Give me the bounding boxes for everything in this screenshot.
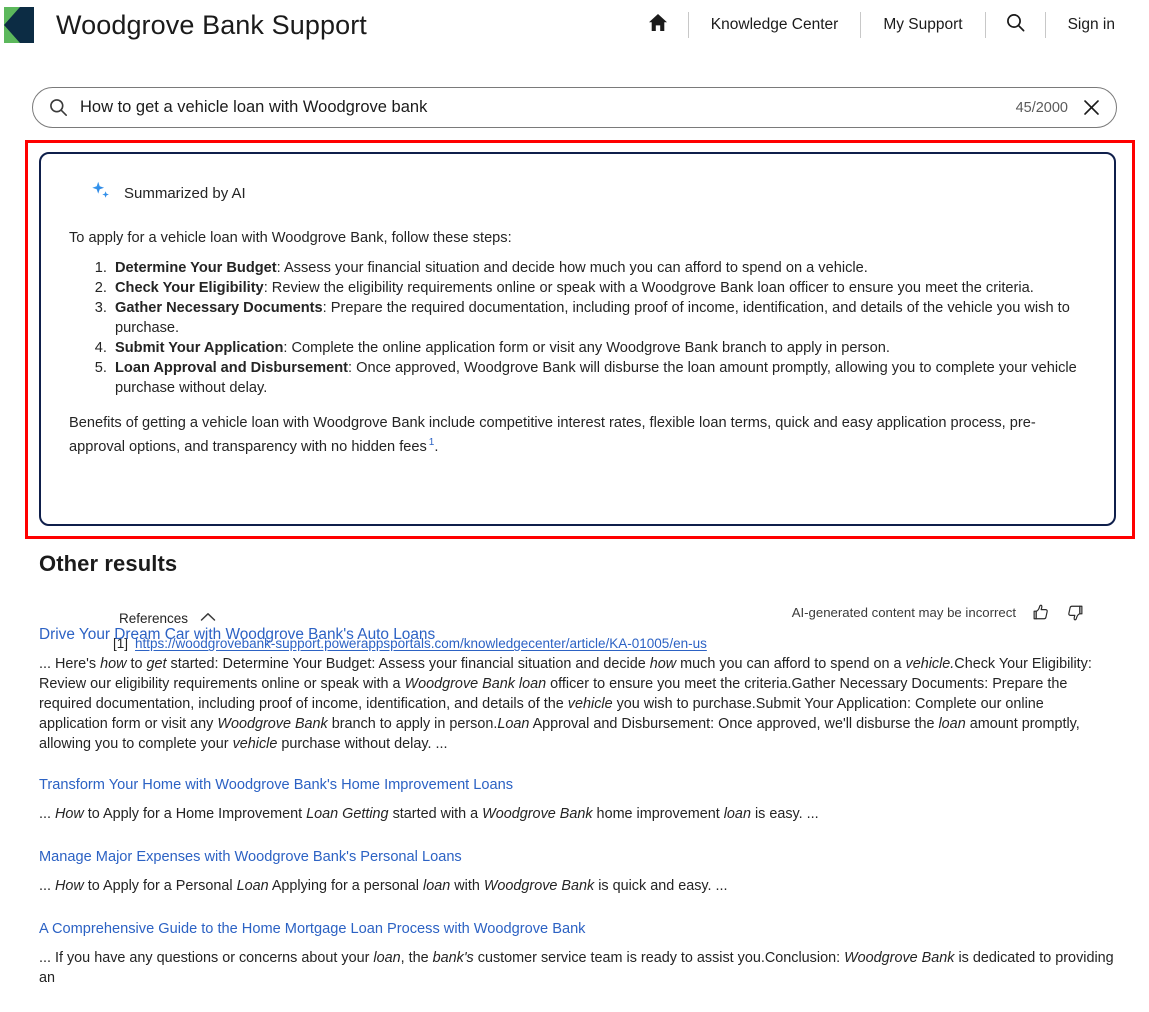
result-snippet: ... If you have any questions or concern… — [39, 948, 1114, 988]
nav-home-icon-button[interactable] — [628, 12, 688, 38]
result-link[interactable]: A Comprehensive Guide to the Home Mortga… — [39, 920, 1114, 938]
brand: Woodgrove Bank Support — [0, 5, 367, 45]
result-link[interactable]: Manage Major Expenses with Woodgrove Ban… — [39, 848, 1114, 866]
site-header: Woodgrove Bank Support Knowledge Center … — [0, 0, 1149, 50]
ai-summary-intro: To apply for a vehicle loan with Woodgro… — [69, 228, 1088, 248]
search-input[interactable] — [80, 98, 1016, 117]
list-item: Loan Approval and Disbursement: Once app… — [111, 358, 1088, 398]
ai-summary-steps: Determine Your Budget: Assess your finan… — [67, 258, 1088, 398]
ai-summary-body: To apply for a vehicle loan with Woodgro… — [67, 228, 1088, 457]
step-title: Submit Your Application — [115, 340, 283, 356]
search-section: 45/2000 — [0, 87, 1149, 128]
list-item: Submit Your Application: Complete the on… — [111, 338, 1088, 358]
step-title: Check Your Eligibility — [115, 280, 264, 296]
ai-summary-outro-end: . — [434, 439, 438, 455]
sparkle-ai-icon — [91, 181, 113, 206]
list-item: Determine Your Budget: Assess your finan… — [111, 258, 1088, 278]
nav-item-my-support[interactable]: My Support — [861, 12, 984, 38]
ai-summary-outro: Benefits of getting a vehicle loan with … — [69, 413, 1069, 457]
result-snippet: ... How to Apply for a Home Improvement … — [39, 804, 1114, 824]
top-navigation: Knowledge Center My Support Sign in — [628, 0, 1137, 50]
nav-item-knowledge-center[interactable]: Knowledge Center — [689, 12, 861, 38]
result-link[interactable]: Transform Your Home with Woodgrove Bank'… — [39, 776, 1114, 794]
list-item: Gather Necessary Documents: Prepare the … — [111, 298, 1088, 338]
list-item: Check Your Eligibility: Review the eligi… — [111, 278, 1088, 298]
ai-summary-label: Summarized by AI — [124, 185, 246, 202]
ai-summary-outro-text: Benefits of getting a vehicle loan with … — [69, 415, 1036, 455]
nav-search-icon-button[interactable] — [986, 12, 1045, 38]
woodgrove-chevron-logo — [0, 5, 38, 45]
result-snippet: ... Here's how to get started: Determine… — [39, 654, 1114, 754]
list-item: Manage Major Expenses with Woodgrove Ban… — [39, 848, 1114, 896]
search-icon — [49, 98, 68, 117]
ai-summary-header: Summarized by AI — [91, 180, 1088, 206]
page-title: Woodgrove Bank Support — [56, 10, 367, 41]
list-item: Drive Your Dream Car with Woodgrove Bank… — [39, 626, 1114, 754]
close-icon[interactable] — [1081, 97, 1102, 118]
step-title: Loan Approval and Disbursement — [115, 360, 348, 376]
result-snippet: ... How to Apply for a Personal Loan App… — [39, 876, 1114, 896]
step-text: : Review the eligibility requirements on… — [264, 280, 1034, 296]
search-character-counter: 45/2000 — [1016, 100, 1068, 116]
step-text: : Assess your financial situation and de… — [277, 260, 868, 276]
other-results-section: Other results Drive Your Dream Car with … — [39, 551, 1114, 1012]
home-icon — [648, 13, 668, 37]
search-icon — [1006, 13, 1025, 37]
ai-summary-card: Summarized by AI To apply for a vehicle … — [39, 152, 1116, 526]
search-box[interactable]: 45/2000 — [32, 87, 1117, 128]
other-results-title: Other results — [39, 551, 1114, 577]
step-title: Gather Necessary Documents — [115, 300, 323, 316]
step-text: : Complete the online application form o… — [283, 340, 890, 356]
step-title: Determine Your Budget — [115, 260, 277, 276]
list-item: A Comprehensive Guide to the Home Mortga… — [39, 920, 1114, 988]
list-item: Transform Your Home with Woodgrove Bank'… — [39, 776, 1114, 824]
nav-item-sign-in[interactable]: Sign in — [1046, 12, 1137, 38]
result-link[interactable]: Drive Your Dream Car with Woodgrove Bank… — [39, 626, 1114, 644]
